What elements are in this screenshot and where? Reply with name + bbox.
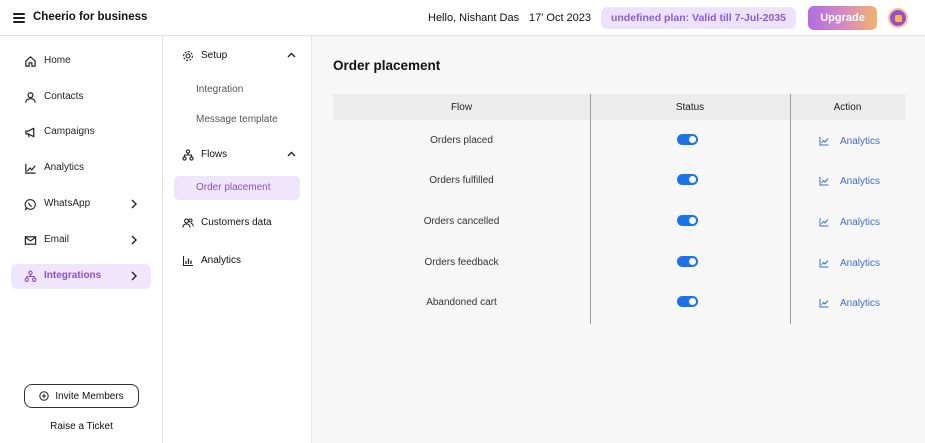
plan-badge: undefined plan: Valid till 7-Jul-2035 (601, 7, 796, 29)
raise-ticket-link[interactable]: Raise a Ticket (0, 421, 163, 432)
whatsapp-icon (24, 199, 36, 211)
invite-members-label: Invite Members (55, 390, 124, 402)
sidebar-item-campaigns[interactable]: Campaigns (11, 120, 151, 145)
status-toggle[interactable] (677, 134, 698, 145)
flow-name: Orders placed (430, 135, 493, 146)
analytics-link[interactable]: Analytics (819, 134, 880, 148)
subnav-item-label: Integration (196, 84, 244, 95)
column-header-status: Status (675, 102, 705, 113)
subnav-item-label: Message template (196, 114, 278, 125)
table-row: Orders feedback Analytics (333, 244, 905, 284)
current-date: 17' Oct 2023 (529, 12, 592, 24)
sidebar-item-home[interactable]: Home (11, 49, 151, 74)
table-row: Orders placed Analytics (333, 122, 905, 162)
setup-label: Setup (201, 50, 228, 61)
chevron-right-icon (131, 235, 137, 245)
top-header: Cheerio for business Hello, Nishant Das … (0, 0, 925, 36)
subnav-item-integration[interactable]: Integration (174, 78, 300, 102)
status-toggle[interactable] (677, 296, 698, 307)
flows-label: Flows (201, 149, 228, 160)
analytics-link[interactable]: Analytics (819, 215, 880, 229)
analytics-link[interactable]: Analytics (819, 174, 880, 188)
main-sidebar: Home Contacts Campaigns Analytics WhatsA… (0, 36, 163, 443)
analytics-link-label: Analytics (840, 297, 881, 309)
analytics-label: Analytics (201, 255, 242, 266)
status-toggle[interactable] (677, 215, 698, 226)
column-header-action: Action (833, 102, 862, 113)
table-row: Orders cancelled Analytics (333, 203, 905, 243)
flow-name: Orders cancelled (423, 216, 500, 227)
sidebar-item-label: Analytics (44, 162, 85, 173)
home-icon (25, 56, 36, 67)
sidebar-item-label: Contacts (44, 91, 84, 102)
customers-data-label: Customers data (201, 217, 272, 228)
users-icon (182, 218, 194, 228)
sidebar-item-email[interactable]: Email (11, 228, 151, 253)
invite-members-button[interactable]: Invite Members (24, 384, 139, 408)
hamburger-menu-icon[interactable] (13, 13, 25, 23)
integrations-subnav: Setup Integration Message template Flows… (163, 36, 312, 443)
mail-icon (24, 236, 37, 245)
subnav-item-customers-data[interactable]: Customers data (163, 211, 312, 235)
sidebar-item-analytics[interactable]: Analytics (11, 156, 151, 181)
chart-icon (819, 218, 829, 227)
sidebar-item-label: Campaigns (44, 126, 95, 137)
chart-icon (819, 299, 829, 308)
chart-icon (819, 177, 829, 186)
table-header: Flow Status Action (333, 94, 905, 120)
status-toggle[interactable] (677, 256, 698, 267)
brand-name: Cheerio for business (33, 11, 148, 23)
flow-name: Orders feedback (424, 257, 499, 268)
main-content: Order placement Flow Status Action Order… (312, 36, 925, 443)
table-row: Abandoned cart Analytics (333, 284, 905, 324)
avatar-image (894, 14, 902, 22)
sidebar-item-label: WhatsApp (44, 198, 91, 209)
flows-section-toggle[interactable]: Flows (163, 143, 312, 167)
analytics-link-label: Analytics (840, 216, 881, 228)
avatar[interactable] (888, 8, 908, 28)
subnav-item-order-placement[interactable]: Order placement (174, 176, 300, 200)
flow-name: Abandoned cart (426, 297, 497, 308)
plus-circle-icon (39, 391, 50, 401)
chart-icon (25, 163, 36, 174)
chevron-right-icon (131, 271, 137, 281)
chevron-up-icon (287, 52, 296, 58)
analytics-link-label: Analytics (840, 257, 881, 269)
sidebar-item-whatsapp[interactable]: WhatsApp (11, 192, 151, 217)
page-title: Order placement (333, 58, 441, 73)
user-greeting: Hello, Nishant Das (428, 12, 520, 24)
flow-name: Orders fulfilled (429, 175, 494, 186)
sidebar-item-contacts[interactable]: Contacts (11, 85, 151, 110)
integrations-icon (24, 270, 37, 282)
upgrade-button[interactable]: Upgrade (808, 6, 877, 30)
user-icon (25, 92, 36, 103)
sidebar-item-label: Email (44, 234, 70, 245)
chevron-right-icon (131, 199, 137, 209)
setup-section-toggle[interactable]: Setup (163, 44, 312, 68)
gear-icon (183, 51, 193, 61)
subnav-item-label: Order placement (196, 182, 271, 193)
megaphone-icon (25, 127, 35, 138)
chart-icon (819, 137, 829, 146)
analytics-link-label: Analytics (840, 175, 881, 187)
analytics-link[interactable]: Analytics (819, 296, 880, 310)
subnav-item-analytics[interactable]: Analytics (163, 249, 312, 273)
sidebar-item-integrations[interactable]: Integrations (11, 264, 151, 289)
table-row: Orders fulfilled Analytics (333, 162, 905, 202)
column-header-flow: Flow (450, 102, 473, 113)
chevron-up-icon (287, 151, 296, 157)
subnav-item-message-template[interactable]: Message template (174, 108, 300, 132)
bar-chart-icon (182, 256, 193, 267)
status-toggle[interactable] (677, 174, 698, 185)
flows-icon (182, 149, 194, 161)
chart-icon (819, 259, 829, 268)
analytics-link-label: Analytics (840, 135, 881, 147)
sidebar-item-label: Home (44, 55, 71, 66)
sidebar-item-label: Integrations (44, 270, 102, 281)
analytics-link[interactable]: Analytics (819, 256, 880, 270)
